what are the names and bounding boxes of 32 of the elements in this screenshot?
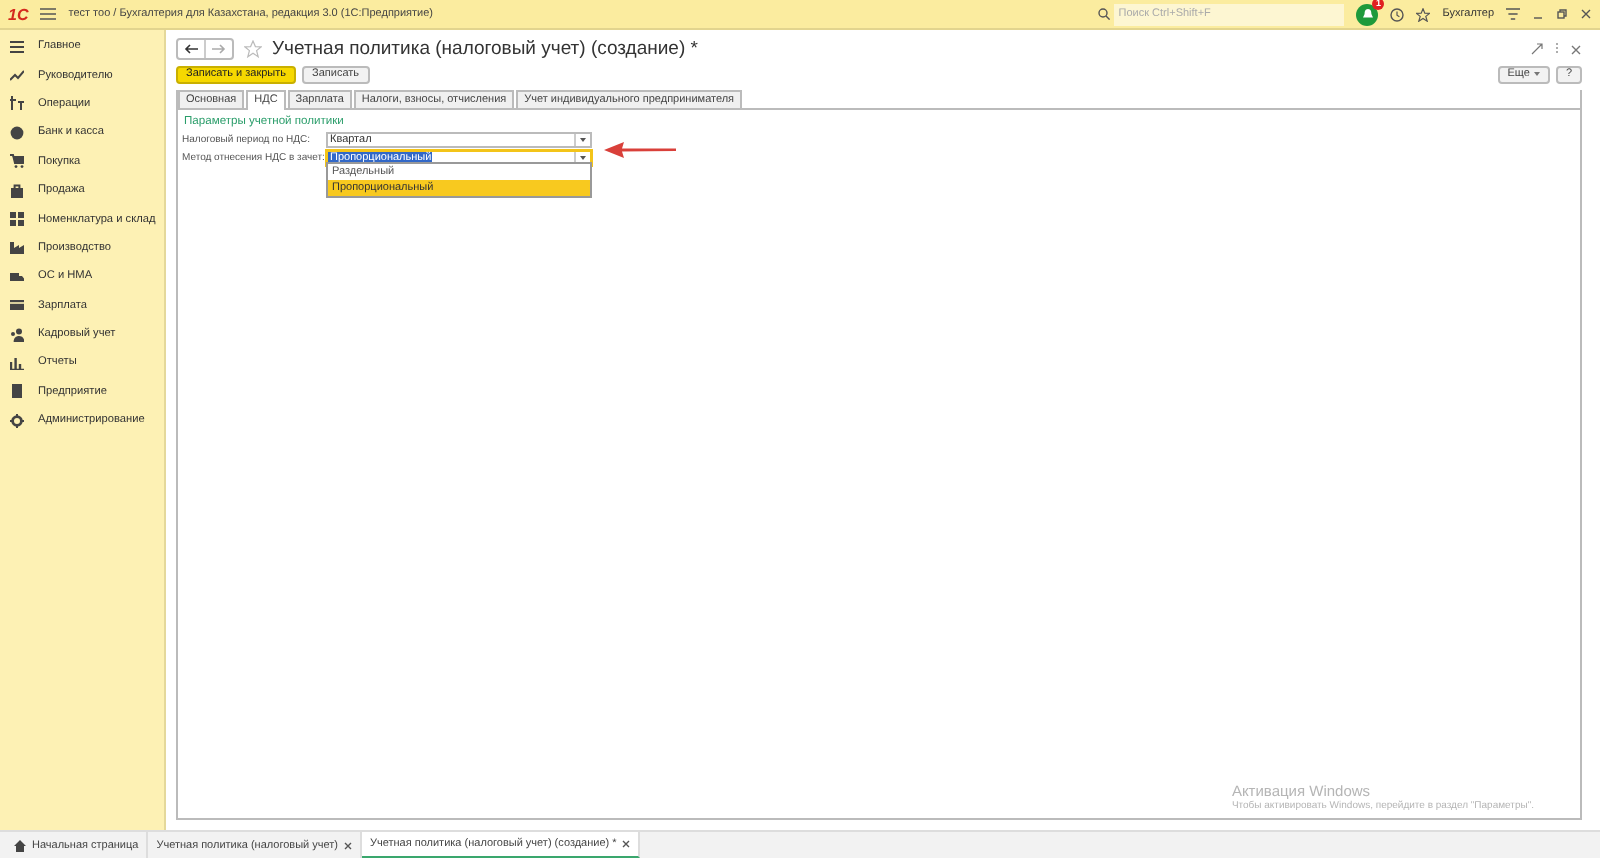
navigation-buttons[interactable] xyxy=(176,38,234,60)
pointer-arrow-icon xyxy=(604,141,676,157)
grid-icon xyxy=(10,212,24,227)
bag-icon xyxy=(10,183,24,198)
coin-icon xyxy=(10,125,24,140)
chart-line-icon xyxy=(10,68,24,83)
bell-icon xyxy=(1361,8,1374,20)
home-icon xyxy=(14,839,26,851)
search-icon xyxy=(1098,8,1111,20)
bar-chart-icon xyxy=(10,355,24,370)
forward-arrow-icon xyxy=(212,44,226,54)
restore-icon[interactable] xyxy=(1556,8,1568,20)
menu-icon[interactable] xyxy=(40,8,57,20)
filter-icon[interactable] xyxy=(1506,8,1520,20)
cart-icon xyxy=(10,154,24,169)
card-icon xyxy=(10,298,24,313)
close-icon[interactable] xyxy=(344,841,352,849)
close-icon[interactable] xyxy=(1570,43,1582,55)
back-arrow-icon xyxy=(184,44,198,54)
star-icon[interactable] xyxy=(244,40,262,58)
menu-icon xyxy=(10,39,24,54)
dropdown-caret-icon xyxy=(580,137,586,141)
star-icon[interactable] xyxy=(1416,7,1431,21)
close-icon[interactable] xyxy=(622,840,631,848)
form-title: Учетная политика (налоговый учет) (создание) * xyxy=(272,38,700,60)
close-icon[interactable] xyxy=(1580,8,1592,20)
people-icon xyxy=(10,327,24,342)
caret-icon xyxy=(1533,72,1540,76)
factory-icon xyxy=(10,240,24,255)
link-icon[interactable] xyxy=(1530,42,1544,56)
history-icon[interactable] xyxy=(1390,7,1405,21)
app-logo[interactable]: 1С xyxy=(8,5,29,23)
